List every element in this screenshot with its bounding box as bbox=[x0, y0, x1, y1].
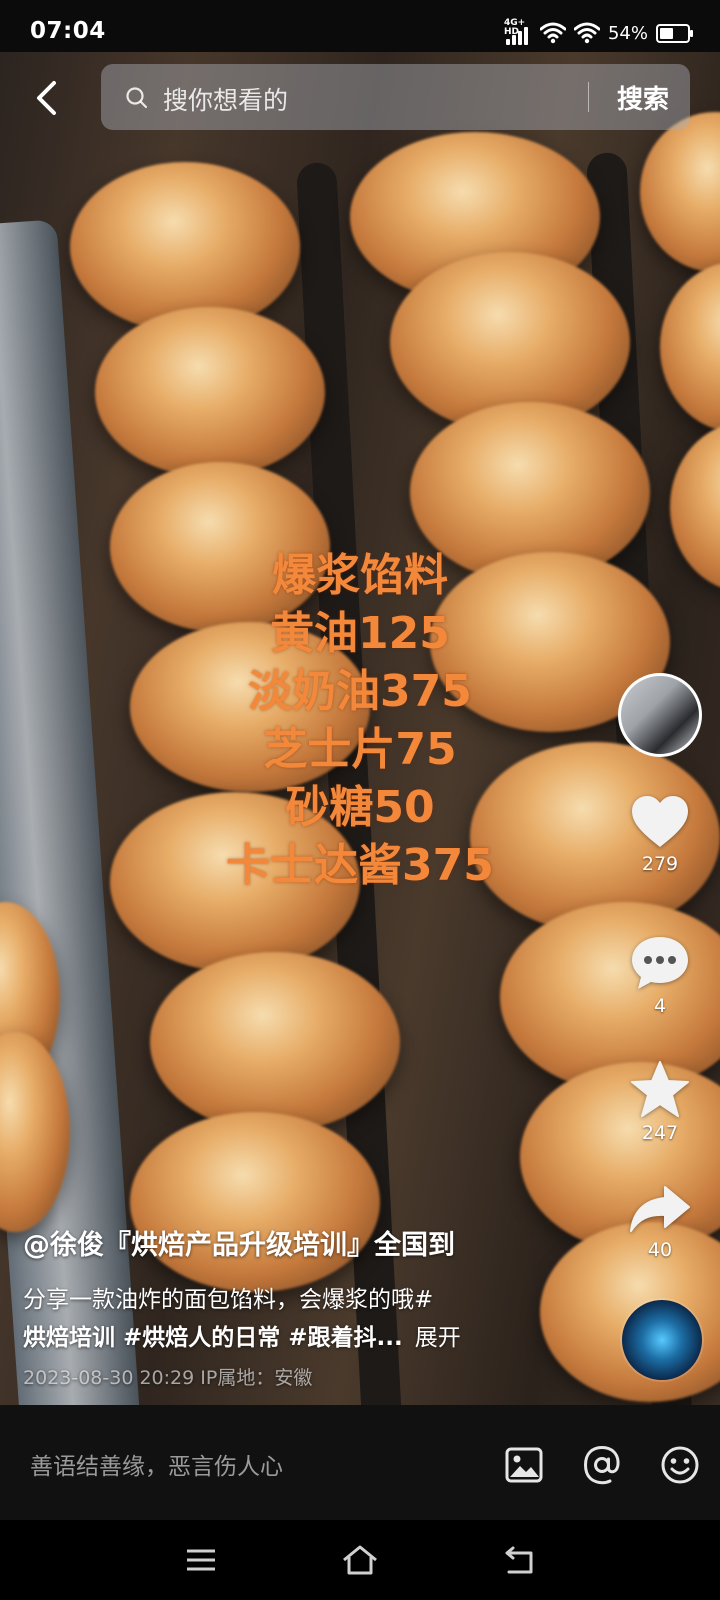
cellular-signal-icon: 4G+ HD bbox=[504, 19, 532, 45]
mention-button[interactable] bbox=[580, 1443, 624, 1487]
overlay-line: 淡奶油375 bbox=[248, 666, 472, 717]
bun bbox=[640, 112, 720, 272]
search-input[interactable]: 搜你想看的 bbox=[163, 81, 288, 117]
description-line-1: 分享一款油炸的面包馅料，会爆浆的哦# bbox=[23, 1287, 434, 1313]
share-arrow-icon bbox=[630, 1186, 690, 1232]
overlay-line: 黄油125 bbox=[270, 608, 450, 659]
expand-link[interactable]: 展开 bbox=[415, 1325, 461, 1351]
home-icon bbox=[343, 1545, 377, 1575]
overlay-line: 卡士达酱375 bbox=[226, 840, 494, 891]
search-bar[interactable]: 搜你想看的 搜索 bbox=[101, 64, 690, 130]
bun bbox=[130, 1112, 380, 1292]
bun bbox=[150, 952, 400, 1132]
emoji-icon bbox=[661, 1446, 699, 1484]
comment-input[interactable]: 善语结善缘，恶言伤人心 bbox=[30, 1447, 283, 1481]
battery-fill bbox=[660, 27, 673, 39]
search-button[interactable]: 搜索 bbox=[603, 79, 683, 116]
menu-button[interactable] bbox=[176, 1538, 226, 1582]
description-line-2: 烘焙培训 #烘焙人的日常 #跟着抖... 展开 bbox=[23, 1318, 583, 1352]
menu-icon bbox=[187, 1549, 215, 1571]
status-indicators: 4G+ HD 54% bbox=[504, 19, 693, 46]
at-icon bbox=[584, 1446, 620, 1485]
back-nav-button[interactable] bbox=[494, 1538, 544, 1582]
home-button[interactable] bbox=[335, 1538, 385, 1582]
comment-icon bbox=[632, 937, 688, 989]
video-player[interactable]: 爆浆馅料 黄油125 淡奶油375 芝士片75 砂糖50 卡士达酱375 bbox=[0, 52, 720, 1405]
like-button[interactable]: 279 bbox=[620, 795, 700, 875]
battery-percent: 54% bbox=[607, 22, 648, 44]
author-title[interactable]: @徐俊『烘焙产品升级培训』全国到 bbox=[23, 1223, 583, 1262]
music-disc[interactable] bbox=[622, 1300, 702, 1380]
heart-icon bbox=[632, 796, 688, 847]
share-button[interactable]: 40 bbox=[620, 1185, 700, 1261]
overlay-line: 芝士片75 bbox=[263, 724, 457, 775]
overlay-line: 爆浆馅料 bbox=[272, 550, 448, 601]
favorite-button[interactable]: 247 bbox=[620, 1060, 700, 1144]
system-nav-bar bbox=[0, 1520, 720, 1600]
wifi-icon-2 bbox=[573, 22, 600, 44]
overlay-line: 砂糖50 bbox=[285, 782, 435, 833]
search-divider bbox=[588, 82, 589, 112]
comment-button[interactable]: 4 bbox=[620, 935, 700, 1017]
share-count: 40 bbox=[647, 1239, 673, 1261]
back-icon bbox=[505, 1546, 533, 1574]
video-overlay-text: 爆浆馅料 黄油125 淡奶油375 芝士片75 砂糖50 卡士达酱375 bbox=[180, 547, 540, 895]
search-icon bbox=[126, 87, 148, 109]
author-avatar[interactable] bbox=[618, 673, 702, 757]
star-icon bbox=[631, 1061, 689, 1117]
favorite-count: 247 bbox=[641, 1122, 679, 1144]
bun bbox=[660, 262, 720, 432]
chevron-left-icon bbox=[37, 81, 56, 115]
emoji-button[interactable] bbox=[658, 1443, 702, 1487]
comment-count: 4 bbox=[653, 995, 667, 1017]
hashtags[interactable]: 烘焙培训 #烘焙人的日常 #跟着抖... bbox=[23, 1325, 403, 1351]
comment-bar: 善语结善缘，恶言伤人心 bbox=[0, 1405, 720, 1520]
bun bbox=[70, 162, 300, 332]
bun bbox=[670, 422, 720, 592]
back-button[interactable] bbox=[26, 76, 66, 120]
like-count: 279 bbox=[641, 853, 679, 875]
image-button[interactable] bbox=[502, 1443, 546, 1487]
status-time: 07:04 bbox=[30, 18, 106, 44]
post-meta: 2023-08-30 20:29 IP属地：安徽 bbox=[23, 1367, 313, 1389]
battery-icon bbox=[656, 23, 693, 43]
bun bbox=[95, 307, 325, 477]
image-icon bbox=[505, 1447, 543, 1483]
wifi-icon bbox=[539, 22, 566, 44]
